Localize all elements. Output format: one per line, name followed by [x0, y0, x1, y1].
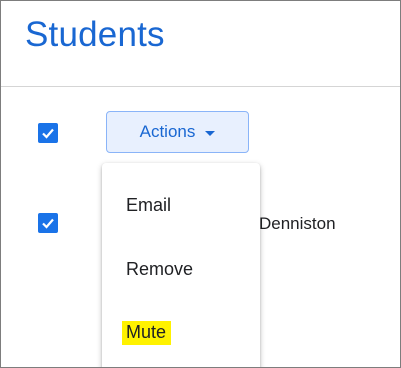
menu-item-remove[interactable]: Remove [126, 259, 193, 280]
checkmark-icon [42, 218, 54, 229]
select-all-checkbox[interactable] [38, 123, 58, 143]
header-divider [1, 86, 400, 87]
student-row-checkbox[interactable] [38, 213, 58, 233]
menu-item-email[interactable]: Email [126, 195, 171, 216]
page-title: Students [25, 15, 165, 54]
menu-item-mute[interactable]: Mute [122, 321, 172, 345]
student-name[interactable]: Denniston [259, 214, 336, 234]
actions-button-label: Actions [139, 122, 196, 141]
students-panel: Students Actions Denniston Email Remove … [0, 0, 401, 368]
checkmark-icon [42, 128, 54, 139]
actions-dropdown-button[interactable]: Actions [106, 111, 249, 153]
actions-menu: Email Remove Mute [102, 163, 260, 367]
caret-down-icon [205, 130, 216, 136]
